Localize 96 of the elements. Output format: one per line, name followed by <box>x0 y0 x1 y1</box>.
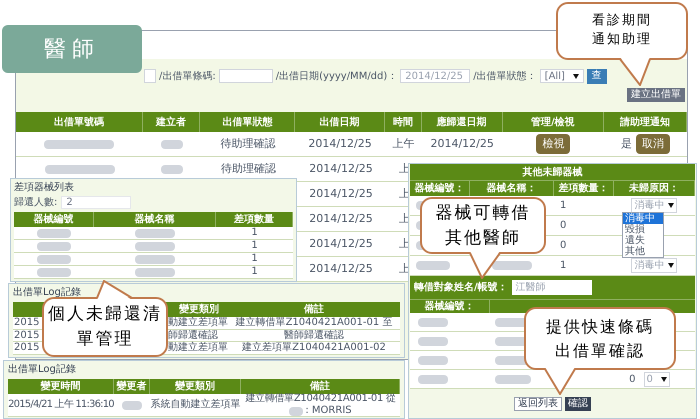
callout-text: 提供快速條碼 <box>546 316 654 338</box>
table-cell: 1 <box>251 228 258 238</box>
table-cell: 1 <box>560 200 566 211</box>
create-order-button[interactable]: 建立出借單 <box>627 88 685 102</box>
blurred-text <box>135 268 175 276</box>
blurred-text <box>160 140 183 148</box>
dropdown[interactable]: 消毒中 <box>631 198 678 213</box>
blurred-text <box>135 242 175 250</box>
view-button[interactable]: 檢視 <box>536 134 570 154</box>
table-cell-text: 2014/12/25 <box>430 136 494 152</box>
dropdown[interactable]: 消毒中 <box>631 258 678 273</box>
blurred-text <box>37 228 71 238</box>
blurred-text <box>135 228 175 238</box>
table-cell: 動建立差項單 <box>168 343 228 354</box>
page-title-badge: 醫師 <box>2 25 142 73</box>
table-cell-text: 2014/12/25 <box>309 160 373 177</box>
callout-text: 其他醫師 <box>445 226 521 250</box>
table-cell-text: 2014/12/25 <box>308 136 372 152</box>
table-cell: 動建立差項單 <box>168 318 228 328</box>
input-field[interactable]: 2 <box>61 196 132 208</box>
table-cell: 1 <box>560 260 566 271</box>
table-cell: 建立轉借單Z1040421A001-01 至 <box>236 318 392 328</box>
blurred-text <box>122 400 142 410</box>
table-cell-text: 2014/12/25 <box>309 236 373 252</box>
callout-text: 出借單確認 <box>555 340 645 362</box>
callout-text: 看診期間 <box>592 12 652 30</box>
table-cell: 2015 <box>14 330 40 340</box>
panel-title: 其他未歸器械 <box>522 166 582 180</box>
callout-text: 通知助理 <box>592 31 652 49</box>
dropdown[interactable]: 0 <box>644 372 670 386</box>
table-cell: 2015 <box>14 318 40 328</box>
blurred-text <box>44 164 114 174</box>
blurred-text <box>37 268 71 276</box>
table-cell-text: 2014/12/25 <box>309 260 373 277</box>
blurred-text <box>44 140 114 148</box>
dropdown-option[interactable]: 毀損 <box>623 224 663 235</box>
dropdown[interactable]: [All] <box>540 69 584 83</box>
callout-text: 單管理 <box>76 328 134 351</box>
blurred-text <box>37 242 71 250</box>
table-cell: 系統自動建立差項單 <box>150 400 240 410</box>
blurred-text <box>135 254 175 264</box>
confirm-button[interactable]: 確認 <box>565 396 591 410</box>
table-cell: 2015/4/21 上午 11:36:10 <box>8 400 114 410</box>
table-cell: 1 <box>251 267 258 277</box>
blurred-text <box>418 356 448 364</box>
caret-icon <box>660 376 667 382</box>
back-to-list-button[interactable]: 返回列表 <box>514 396 562 410</box>
table-cell-text: 2014/12/25 <box>309 186 373 202</box>
field-label: 轉借對象姓名/帳號： <box>414 280 508 295</box>
blurred-text <box>492 261 532 270</box>
cancel-button[interactable]: 取消 <box>636 134 670 154</box>
input-field[interactable] <box>218 69 273 83</box>
table-cell-text: 待助理確認 <box>221 160 276 177</box>
blurred-text <box>37 254 71 264</box>
column-header: 變更類別 <box>178 302 220 316</box>
table-cell: 2015 <box>14 343 40 354</box>
blurred-text <box>418 336 448 346</box>
blurred-text <box>161 164 183 174</box>
table-cell: 建立差項單Z1040421A001-02 <box>242 343 386 354</box>
table-cell: 建立轉借單Z1040421A001-01 從 <box>245 394 396 404</box>
blurred-text <box>289 406 304 416</box>
field-label: /出借單狀態： <box>473 70 537 84</box>
input-field[interactable]: 2014/12/25 <box>400 69 470 83</box>
callout-text: 器械可轉借 <box>436 202 530 225</box>
dropdown-option[interactable]: 遺失 <box>623 235 663 246</box>
dropdown-option[interactable]: 其他 <box>623 246 663 257</box>
table-cell: 1 <box>251 241 258 251</box>
caret-icon <box>668 263 674 268</box>
search-button[interactable]: 查 <box>586 68 607 84</box>
table-cell: 1 <box>251 254 258 264</box>
table-cell: 0 <box>560 240 566 251</box>
table-cell: 醫師歸還確認 <box>284 330 344 340</box>
column-header: 備註 <box>302 302 325 317</box>
panel-title: 出借單Log記錄 <box>8 363 76 377</box>
dropdown-option[interactable]: 消毒中 <box>623 213 663 224</box>
table-cell-text: 是 <box>621 136 632 152</box>
blurred-text <box>418 318 448 326</box>
input-field[interactable]: 江醫師 <box>512 280 592 295</box>
field-label: /出借日期(yyyy/MM/dd)： <box>276 70 398 84</box>
callout-text: 個人未歸還清 <box>48 303 162 326</box>
blurred-text <box>416 261 450 270</box>
caret-icon <box>572 74 579 78</box>
panel-title: 差項器械列表 <box>14 181 74 194</box>
table-cell-text: 待助理確認 <box>220 136 276 152</box>
table-cell: 師歸還確認 <box>168 330 218 340</box>
table-cell: : MORRIS <box>305 406 352 416</box>
table-cell: 0 <box>560 220 566 231</box>
table-cell-text: 2014/12/25 <box>309 210 373 227</box>
table-cell-text: 0 <box>629 372 636 386</box>
blurred-text <box>418 374 448 384</box>
panel-title: 出借單Log記錄 <box>13 286 81 300</box>
field-label: /出借單條碼: <box>159 70 216 84</box>
blurred-text <box>495 374 532 384</box>
table-cell-text: 上午 <box>392 136 414 152</box>
input-field[interactable] <box>144 69 156 83</box>
field-label: 歸還人數: <box>14 196 58 210</box>
